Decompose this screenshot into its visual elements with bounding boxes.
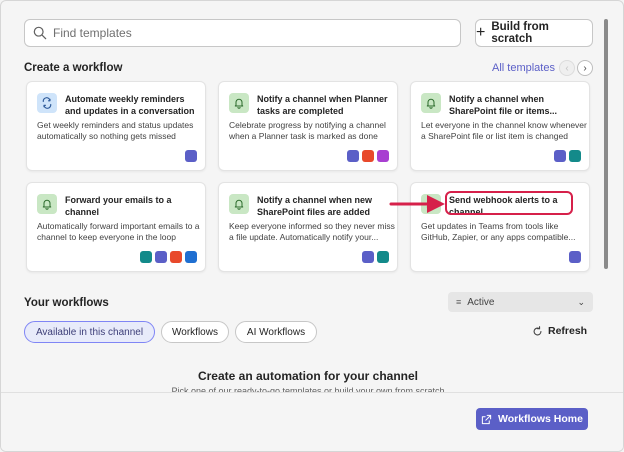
bell-icon: [37, 194, 57, 214]
template-card[interactable]: Automate weekly reminders and updates in…: [26, 81, 206, 171]
open-external-icon: [481, 414, 492, 424]
card-description: Get updates in Teams from tools like Git…: [421, 221, 576, 242]
card-description: Automatically forward important emails t…: [37, 221, 200, 242]
empty-state-title: Create an automation for your channel: [197, 369, 419, 383]
template-card[interactable]: Notify a channel when new SharePoint fil…: [218, 182, 398, 272]
card-title: Notify a channel when Planner tasks are …: [257, 94, 388, 116]
status-filter-value: Active: [467, 296, 495, 308]
scrollbar[interactable]: [604, 19, 608, 269]
sharepoint-icon: [140, 251, 152, 263]
refresh-label: Refresh: [548, 325, 588, 337]
refresh-button[interactable]: Refresh: [532, 325, 587, 337]
card-title: Notify a channel when new SharePoint fil…: [257, 195, 373, 217]
bell-icon: [229, 93, 249, 113]
teams-icon: [362, 251, 374, 263]
template-card[interactable]: Forward your emails to a channel Automat…: [26, 182, 206, 272]
card-apps: [347, 150, 389, 162]
tab-available-in-this-channel[interactable]: Available in this channel: [24, 321, 155, 343]
teams-icon: [569, 251, 581, 263]
card-apps: [140, 251, 197, 263]
card-description: Get weekly reminders and status updates …: [37, 120, 194, 141]
sharepoint-icon: [569, 150, 581, 162]
card-apps: [569, 251, 581, 263]
chevron-left-icon: ‹: [565, 62, 569, 74]
workflows-home-button[interactable]: Workflows Home: [476, 408, 588, 430]
card-apps: [185, 150, 197, 162]
card-description: Keep everyone informed so they never mis…: [229, 221, 395, 242]
filter-icon: ≡: [456, 297, 462, 307]
card-apps: [554, 150, 581, 162]
build-from-scratch-button[interactable]: + Build from scratch: [475, 19, 593, 47]
your-workflows-heading: Your workflows: [24, 297, 109, 309]
status-filter-dropdown[interactable]: ≡ Active ⌄: [448, 292, 593, 312]
office-icon: [362, 150, 374, 162]
refresh-icon: [533, 325, 542, 335]
card-title: Automate weekly reminders and updates in…: [65, 94, 195, 116]
create-workflow-heading: Create a workflow: [24, 62, 123, 74]
teams-icon: [554, 150, 566, 162]
previous-arrow-button[interactable]: ‹: [559, 60, 575, 76]
template-card[interactable]: Notify a channel when SharePoint file or…: [410, 81, 590, 171]
workflows-home-label: Workflows Home: [498, 413, 583, 425]
chevron-right-icon: ›: [583, 62, 587, 74]
build-from-scratch-label: Build from scratch: [491, 21, 549, 45]
teams-icon: [347, 150, 359, 162]
outlook-icon: [185, 251, 197, 263]
search-box[interactable]: [24, 19, 461, 47]
card-title: Notify a channel when SharePoint file or…: [449, 94, 558, 116]
planner-icon: [377, 150, 389, 162]
tab-ai-workflows[interactable]: AI Workflows: [235, 321, 317, 343]
teams-icon: [155, 251, 167, 263]
pointer-arrow-icon: [389, 195, 445, 213]
bell-icon: [229, 194, 249, 214]
plus-icon: +: [476, 24, 486, 41]
card-description: Let everyone in the channel know wheneve…: [421, 120, 587, 141]
highlight-box: [445, 191, 573, 215]
bell-icon: [421, 93, 441, 113]
chevron-down-icon: ⌄: [577, 296, 585, 307]
workflows-panel: + Build from scratch Create a workflow A…: [0, 0, 624, 452]
search-input[interactable]: [53, 26, 433, 40]
card-description: Celebrate progress by notifying a channe…: [229, 120, 386, 141]
sharepoint-icon: [377, 251, 389, 263]
office-icon: [170, 251, 182, 263]
all-templates-link[interactable]: All templates: [492, 62, 555, 74]
tab-workflows[interactable]: Workflows: [161, 321, 229, 343]
repeat-icon: [37, 93, 57, 113]
card-apps: [362, 251, 389, 263]
next-arrow-button[interactable]: ›: [577, 60, 593, 76]
card-title: Forward your emails to a channel: [65, 195, 172, 217]
teams-icon: [185, 150, 197, 162]
search-icon: [33, 26, 47, 40]
template-card[interactable]: Notify a channel when Planner tasks are …: [218, 81, 398, 171]
